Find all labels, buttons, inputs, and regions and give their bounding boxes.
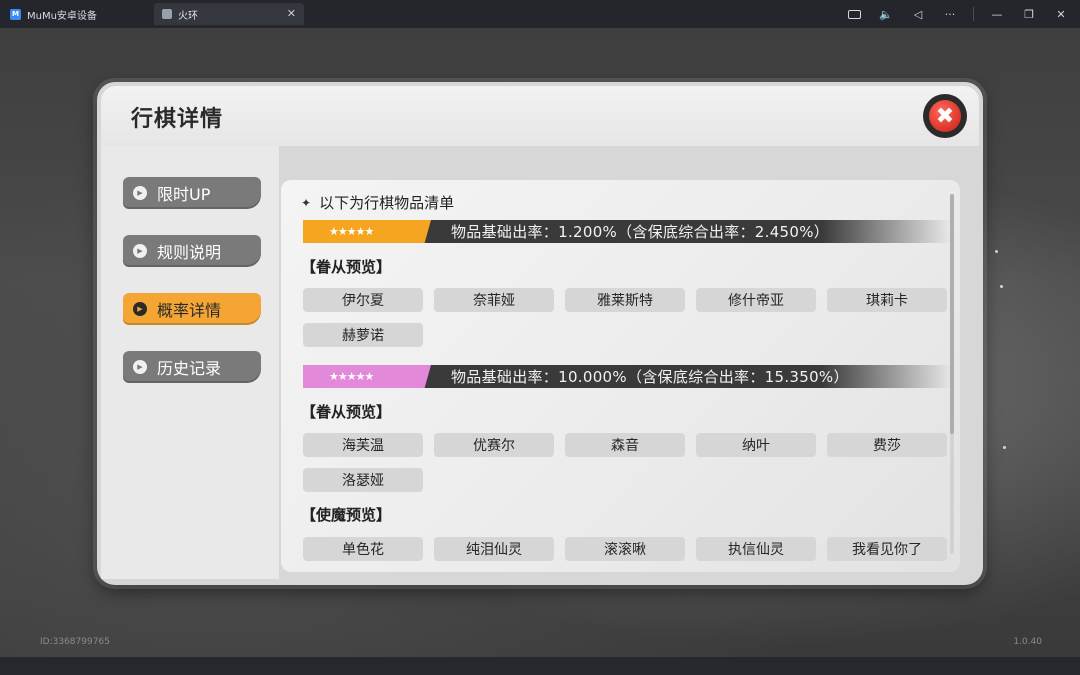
- item-pill[interactable]: 修什帝亚: [696, 288, 816, 312]
- item-pill[interactable]: 海芙温: [303, 433, 423, 457]
- controls-divider: [973, 7, 974, 21]
- nav-label: 历史记录: [157, 359, 222, 378]
- emulator-app-name: MuMu安卓设备: [27, 10, 97, 22]
- probability-content-panel[interactable]: ✦ 以下为行棋物品清单 ★★★★★ 物品基础出率：1.200%（含保底综合出率：…: [281, 180, 960, 572]
- nav-bullet-icon: ▶: [133, 186, 147, 200]
- dialog-close-button[interactable]: ✖: [923, 94, 967, 138]
- item-pill[interactable]: 赫萝诺: [303, 323, 423, 347]
- sparkle-decoration: [995, 250, 998, 253]
- item-pill[interactable]: 森音: [565, 433, 685, 457]
- item-pill[interactable]: 纳叶: [696, 433, 816, 457]
- tier-rate-bar-gold: ★★★★★ 物品基础出率：1.200%（含保底综合出率：2.450%）: [303, 220, 951, 243]
- group-label-companions: 【眷从预览】: [301, 403, 392, 421]
- tab-game[interactable]: 火环 ✕: [154, 3, 304, 25]
- nav-tab-rules[interactable]: ▶ 规则说明: [123, 235, 261, 267]
- five-star-badge-icon: ★★★★★: [303, 365, 431, 388]
- emulator-app-label[interactable]: M MuMu安卓设备: [0, 0, 150, 28]
- nav-tab-probability[interactable]: ▶ 概率详情: [123, 293, 261, 325]
- emulator-titlebar: M MuMu安卓设备 火环 ✕ 🔈 ◁ ··· — ❐ ✕: [0, 0, 1080, 28]
- item-pill[interactable]: 雅莱斯特: [565, 288, 685, 312]
- more-icon[interactable]: ···: [941, 8, 959, 21]
- nav-bullet-icon: ▶: [133, 302, 147, 316]
- tab-title: 火环: [178, 10, 198, 22]
- mumu-logo-icon: M: [10, 8, 21, 20]
- group-label-familiars: 【使魔预览】: [301, 506, 392, 524]
- restore-icon[interactable]: ❐: [1020, 8, 1038, 21]
- item-pill[interactable]: 我看见你了: [827, 537, 947, 561]
- game-version: 1.0.40: [1013, 637, 1042, 647]
- item-pill[interactable]: 伊尔夏: [303, 288, 423, 312]
- item-pill[interactable]: 单色花: [303, 537, 423, 561]
- close-icon[interactable]: ✕: [1052, 8, 1070, 21]
- minimize-icon[interactable]: —: [988, 8, 1006, 21]
- dialog-header: 行棋详情 ✖: [101, 86, 979, 146]
- nav-bullet-icon: ▶: [133, 244, 147, 258]
- item-pill[interactable]: 执信仙灵: [696, 537, 816, 561]
- item-pill[interactable]: 琪莉卡: [827, 288, 947, 312]
- sparkle-decoration: [1003, 446, 1006, 449]
- diamond-bullet-icon: ✦: [301, 195, 312, 210]
- window-controls: 🔈 ◁ ··· — ❐ ✕: [845, 0, 1070, 28]
- group-label-companions: 【眷从预览】: [301, 258, 392, 276]
- volume-icon[interactable]: 🔈: [877, 8, 895, 21]
- item-pill[interactable]: 费莎: [827, 433, 947, 457]
- five-star-badge-icon: ★★★★★: [303, 220, 431, 243]
- sparkle-decoration: [1000, 285, 1003, 288]
- list-heading-text: 以下为行棋物品清单: [319, 194, 455, 212]
- nav-label: 概率详情: [157, 301, 222, 320]
- list-heading: ✦ 以下为行棋物品清单: [301, 192, 454, 213]
- tab-close-icon[interactable]: ✕: [287, 7, 296, 20]
- item-pill[interactable]: 滚滚啾: [565, 537, 685, 561]
- draw-details-dialog: 行棋详情 ✖ ▶ 限时UP ▶ 规则说明 ▶ 概率详情 ▶ 历史记录 ✦ 以下为…: [97, 82, 983, 585]
- item-pill[interactable]: 奈菲娅: [434, 288, 554, 312]
- nav-label: 规则说明: [157, 243, 222, 262]
- nav-label: 限时UP: [157, 185, 211, 204]
- tier-rate-bar-pink: ★★★★★ 物品基础出率：10.000%（含保底综合出率：15.350%）: [303, 365, 951, 388]
- emulator-bottombar: [0, 657, 1080, 675]
- nav-tab-limited-up[interactable]: ▶ 限时UP: [123, 177, 261, 209]
- tier-rate-text: 物品基础出率：10.000%（含保底综合出率：15.350%）: [451, 368, 849, 386]
- dialog-sidebar: ▶ 限时UP ▶ 规则说明 ▶ 概率详情 ▶ 历史记录: [101, 146, 279, 579]
- game-tab-icon: [162, 9, 172, 19]
- item-pill[interactable]: 纯泪仙灵: [434, 537, 554, 561]
- item-pill[interactable]: 洛瑟娅: [303, 468, 423, 492]
- nav-tab-history[interactable]: ▶ 历史记录: [123, 351, 261, 383]
- tier-rate-text: 物品基础出率：1.200%（含保底综合出率：2.450%）: [451, 223, 830, 241]
- back-icon[interactable]: ◁: [909, 8, 927, 21]
- close-x-icon: ✖: [929, 100, 961, 132]
- dialog-title: 行棋详情: [131, 107, 224, 132]
- nav-bullet-icon: ▶: [133, 360, 147, 374]
- item-pill[interactable]: 优赛尔: [434, 433, 554, 457]
- keyboard-icon[interactable]: [845, 8, 863, 21]
- player-uid: ID:3368799765: [40, 637, 110, 647]
